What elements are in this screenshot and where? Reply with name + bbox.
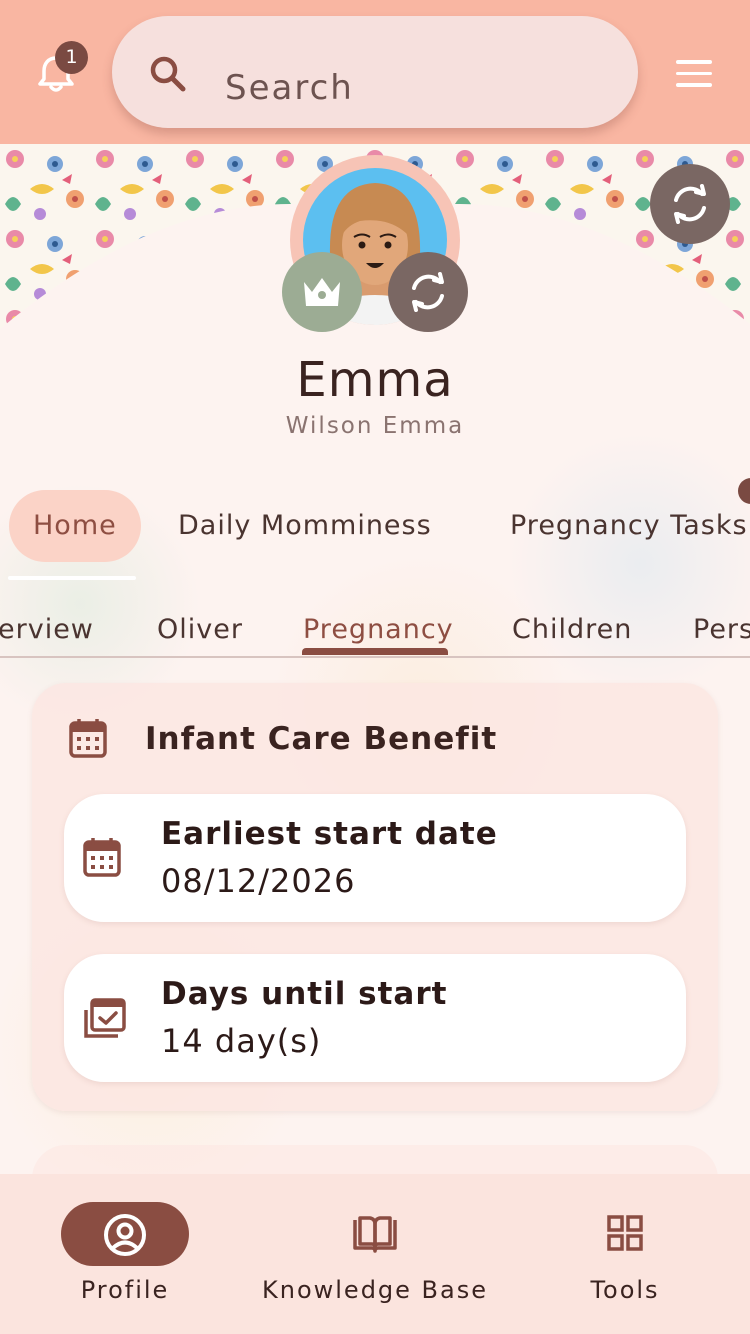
search-input[interactable]: Search [112, 16, 638, 128]
tab-oliver[interactable]: Oliver [157, 614, 243, 645]
notification-badge: 1 [55, 41, 88, 74]
nav-label: Tools [590, 1276, 660, 1304]
tab-overview[interactable]: erview [0, 614, 94, 645]
tab-pregnancy[interactable]: Pregnancy [303, 614, 454, 645]
bottom-navigation: Profile Knowledge Base Tools [0, 1174, 750, 1334]
tab-pregnancy-tasks[interactable]: Pregnancy Tasks [510, 490, 748, 562]
earliest-start-date-row: Earliest start date 08/12/2026 [64, 794, 686, 922]
active-tab-underline [8, 576, 136, 580]
nav-label: Profile [80, 1276, 170, 1304]
sync-icon [412, 272, 444, 312]
change-cover-button[interactable] [650, 164, 730, 244]
row-value: 08/12/2026 [161, 862, 356, 900]
hamburger-menu-icon[interactable] [676, 60, 712, 87]
days-until-start-row: Days until start 14 day(s) [64, 954, 686, 1082]
card-title: Infant Care Benefit [145, 721, 498, 757]
row-value: 14 day(s) [161, 1022, 322, 1060]
sync-icon [674, 184, 706, 224]
grid-icon [607, 1215, 643, 1251]
calendar-icon [83, 838, 121, 877]
calendar-check-icon [84, 998, 126, 1038]
tab-home[interactable]: Home [9, 490, 141, 562]
tab-children[interactable]: Children [512, 614, 632, 645]
row-label: Days until start [161, 976, 448, 1012]
profile-icon [104, 1214, 146, 1256]
selected-tab-indicator [302, 648, 448, 655]
nav-tools[interactable]: Tools [500, 1174, 750, 1334]
top-bar: 1 Search [0, 0, 750, 144]
primary-tabs: Home Daily Momminess Pregnancy Tasks [0, 490, 750, 580]
book-icon [353, 1216, 397, 1253]
nav-knowledge-base[interactable]: Knowledge Base [250, 1174, 500, 1334]
premium-crown-button[interactable] [282, 252, 362, 332]
crown-icon [304, 278, 340, 306]
profile-subname: Wilson Emma [285, 413, 465, 439]
search-placeholder: Search [225, 68, 354, 108]
profile-name: Emma [296, 352, 454, 408]
switch-profile-button[interactable] [388, 252, 468, 332]
calendar-icon [69, 719, 107, 758]
row-label: Earliest start date [161, 816, 498, 852]
tab-daily-momminess[interactable]: Daily Momminess [178, 490, 432, 562]
search-icon [150, 56, 186, 92]
nav-profile[interactable]: Profile [0, 1174, 250, 1334]
nav-label: Knowledge Base [262, 1276, 488, 1304]
infant-care-benefit-card: Infant Care Benefit Earliest start date … [32, 683, 718, 1111]
tab-personal[interactable]: Pers [693, 614, 750, 645]
